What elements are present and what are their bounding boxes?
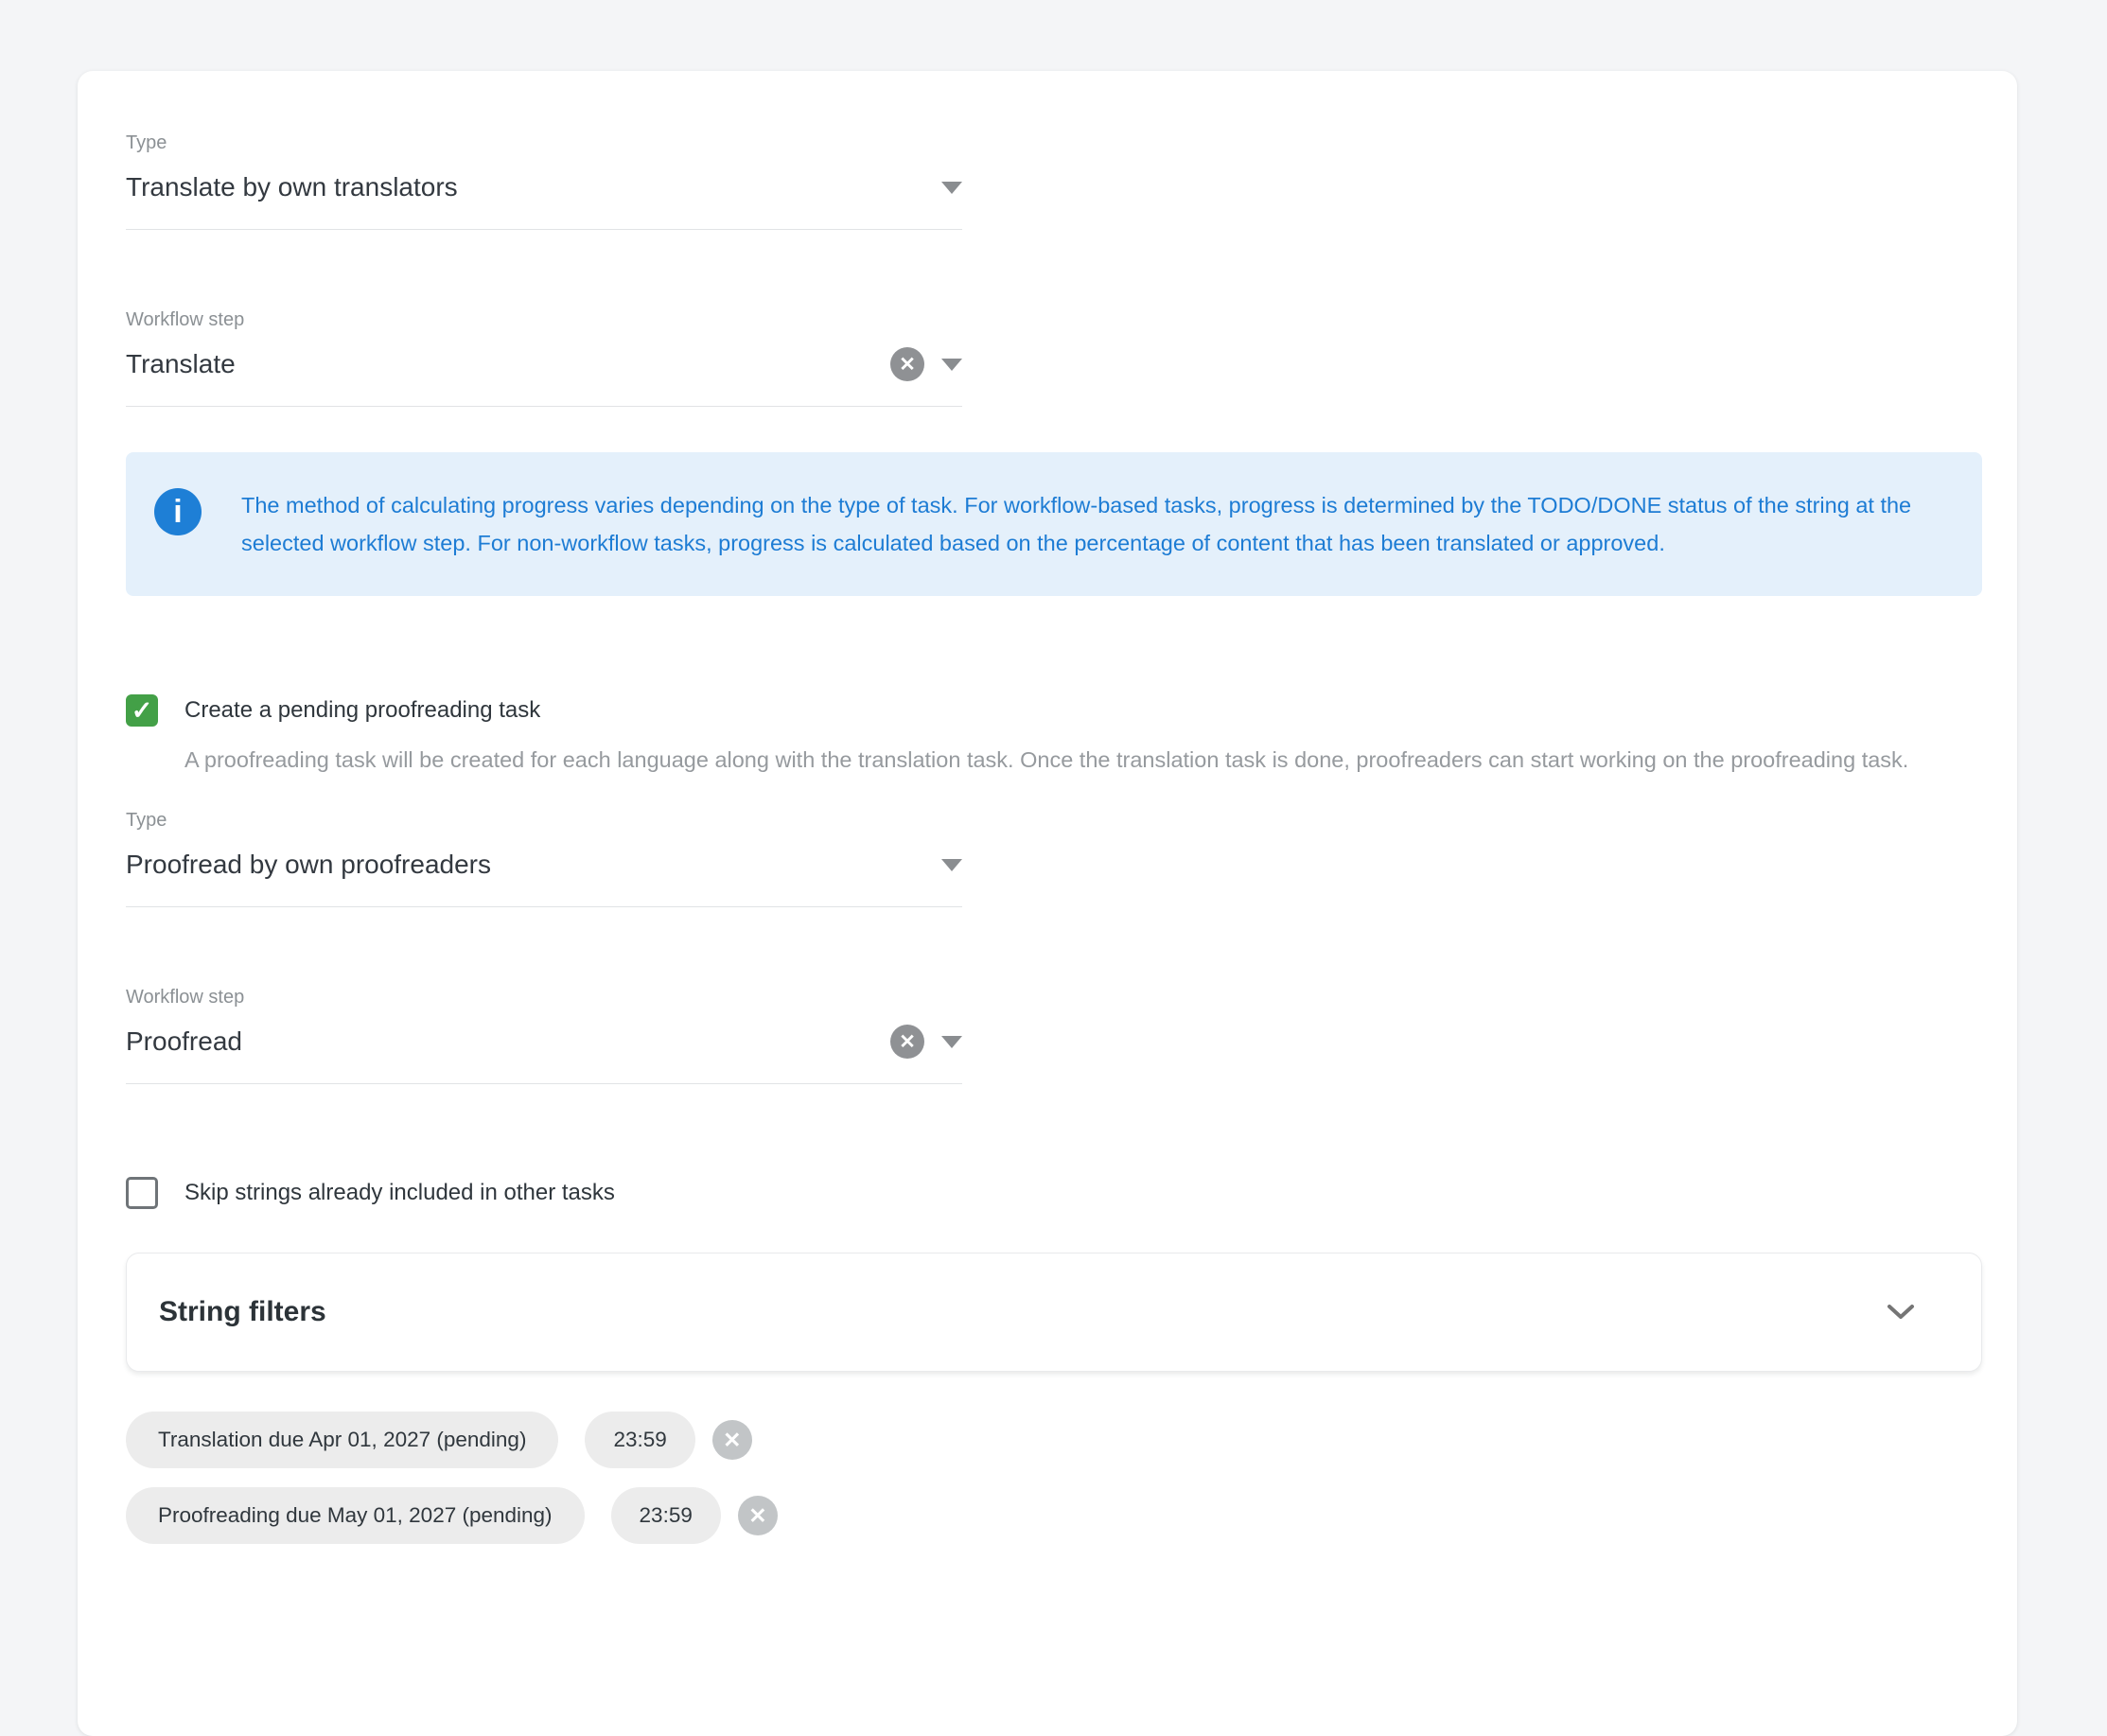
deadline-row: Translation due Apr 01, 2027 (pending) 2…: [126, 1412, 1979, 1468]
string-filters-panel[interactable]: String filters: [126, 1253, 1982, 1372]
translation-type-select[interactable]: Translate by own translators: [126, 170, 962, 230]
task-form-card: Type Translate by own translators Workfl…: [78, 71, 2017, 1736]
proofreading-type-value: Proofread by own proofreaders: [126, 848, 924, 882]
deadline-time-chip[interactable]: 23:59: [585, 1412, 694, 1468]
proofreading-description: A proofreading task will be created for …: [184, 740, 1973, 780]
unchecked-checkbox-icon[interactable]: [126, 1177, 158, 1209]
chevron-down-icon: [941, 359, 962, 371]
translation-type-label: Type: [126, 131, 1979, 155]
translation-workflow-label: Workflow step: [126, 307, 1979, 332]
deadline-chip[interactable]: Proofreading due May 01, 2027 (pending): [126, 1487, 585, 1544]
translation-workflow-value: Translate: [126, 347, 890, 381]
chevron-down-icon: [1887, 1304, 1915, 1321]
proofreading-workflow-value: Proofread: [126, 1025, 890, 1059]
deadline-chip[interactable]: Translation due Apr 01, 2027 (pending): [126, 1412, 558, 1468]
proofreading-workflow-select[interactable]: Proofread ✕: [126, 1025, 962, 1084]
skip-strings-checkbox-row[interactable]: Skip strings already included in other t…: [126, 1177, 1979, 1209]
proofreading-type-select[interactable]: Proofread by own proofreaders: [126, 848, 962, 907]
checked-checkbox-icon[interactable]: ✓: [126, 694, 158, 727]
proofreading-type-label: Type: [126, 808, 1979, 833]
clear-selection-icon[interactable]: ✕: [890, 347, 924, 381]
chevron-down-icon: [941, 859, 962, 871]
proofreading-checkbox-label: Create a pending proofreading task: [184, 697, 540, 724]
skip-strings-label: Skip strings already included in other t…: [184, 1180, 615, 1206]
deadline-row: Proofreading due May 01, 2027 (pending) …: [126, 1487, 1979, 1544]
proofreading-workflow-label: Workflow step: [126, 985, 1979, 1009]
info-icon: i: [154, 488, 202, 535]
progress-info-banner: i The method of calculating progress var…: [126, 452, 1982, 596]
translation-workflow-select[interactable]: Translate ✕: [126, 347, 962, 407]
chevron-down-icon: [941, 1036, 962, 1048]
remove-deadline-icon[interactable]: ✕: [712, 1420, 752, 1460]
translation-type-value: Translate by own translators: [126, 170, 924, 204]
proofreading-checkbox-row[interactable]: ✓ Create a pending proofreading task: [126, 694, 1979, 727]
clear-selection-icon[interactable]: ✕: [890, 1025, 924, 1059]
string-filters-title: String filters: [159, 1296, 1887, 1328]
progress-info-text: The method of calculating progress varie…: [241, 486, 1944, 562]
remove-deadline-icon[interactable]: ✕: [738, 1496, 778, 1535]
chevron-down-icon: [941, 182, 962, 194]
deadline-time-chip[interactable]: 23:59: [611, 1487, 721, 1544]
